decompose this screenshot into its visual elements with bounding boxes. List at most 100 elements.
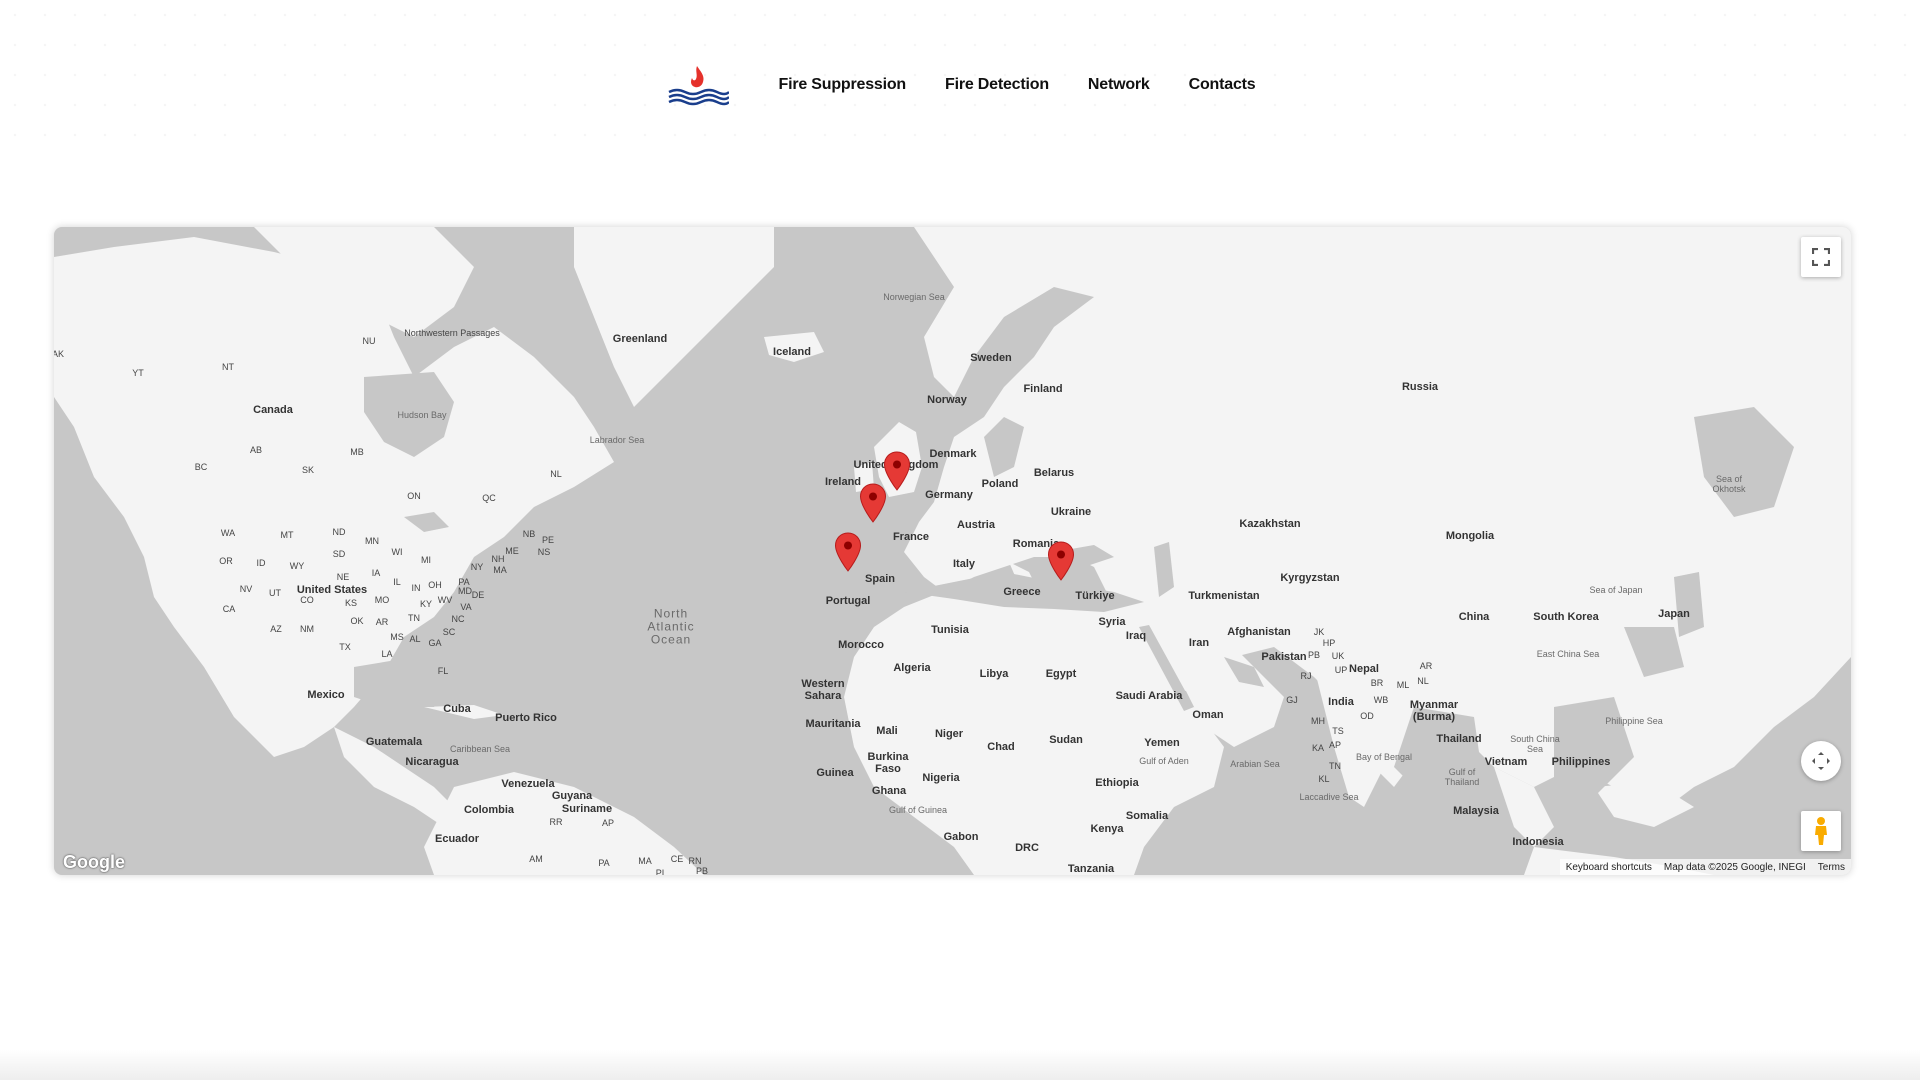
region-code: ID	[256, 558, 266, 568]
region-code: AK	[54, 349, 65, 359]
map-label: China	[1458, 611, 1490, 623]
map-label: Portugal	[825, 595, 871, 607]
nav-contacts[interactable]: Contacts	[1189, 76, 1256, 94]
map-data-text: Map data ©2025 Google, INEGI	[1663, 861, 1806, 873]
map-label: India	[1328, 696, 1354, 708]
main-nav: Fire Suppression Fire Detection Network …	[779, 76, 1256, 94]
map-label: Greenland	[612, 333, 668, 345]
map-label: Kyrgyzstan	[1280, 572, 1340, 584]
map-label: DRC	[1015, 842, 1039, 854]
region-code: MA	[638, 856, 652, 866]
region-code: AB	[249, 445, 263, 455]
region-code: WA	[220, 528, 236, 538]
location-marker[interactable]	[883, 451, 911, 491]
region-code: BC	[194, 462, 208, 472]
map-label: Austria	[957, 519, 995, 531]
map-label: Venezuela	[501, 778, 555, 790]
map-label: Guatemala	[365, 736, 423, 748]
google-logo[interactable]: Google	[63, 852, 125, 873]
region-code: WV	[437, 595, 453, 605]
region-code: GJ	[1286, 695, 1298, 705]
region-code: NH	[491, 554, 505, 564]
map-label: Ukraine	[1050, 506, 1092, 518]
region-code: TX	[339, 642, 351, 652]
region-code: NT	[222, 362, 234, 372]
map-label: Arabian Sea	[1230, 759, 1280, 769]
map-label: France	[892, 531, 930, 543]
pegman-icon	[1815, 817, 1827, 845]
region-code: CE	[670, 854, 684, 864]
camera-control-icon	[1812, 752, 1830, 770]
map-label: Caribbean Sea	[449, 744, 511, 754]
flame-waves-logo[interactable]	[665, 62, 729, 108]
region-code: QC	[482, 493, 496, 503]
location-marker[interactable]	[1047, 541, 1075, 581]
map-label: Iceland	[773, 346, 811, 358]
map-label: Denmark	[929, 448, 977, 460]
map-label: Spain	[865, 573, 895, 585]
map-label: Philippines	[1551, 756, 1611, 768]
map-label: Tunisia	[931, 624, 969, 636]
map-label: South China Sea	[1510, 734, 1560, 754]
nav-network[interactable]: Network	[1088, 76, 1150, 94]
camera-control-button[interactable]	[1801, 741, 1841, 781]
map-label: Ghana	[871, 785, 907, 797]
map-label: Iraq	[1125, 630, 1147, 642]
region-code: IN	[411, 583, 421, 593]
keyboard-shortcuts-link[interactable]: Keyboard shortcuts	[1566, 862, 1652, 873]
map-label: Russia	[1401, 381, 1439, 393]
nav-fire-suppression[interactable]: Fire Suppression	[779, 76, 907, 94]
terms-link[interactable]: Terms	[1818, 862, 1845, 873]
map-label: Syria	[1098, 616, 1126, 628]
map-label: Somalia	[1125, 810, 1169, 822]
region-code: RJ	[1300, 671, 1312, 681]
region-code: RN	[688, 856, 702, 866]
region-code: AM	[529, 854, 543, 864]
map-label: Suriname	[561, 803, 613, 815]
region-code: DE	[471, 590, 485, 600]
region-code: PE	[541, 535, 555, 545]
google-map[interactable]: Greenland Iceland Norwegian Sea Labrador…	[54, 227, 1851, 875]
map-label: Nicaragua	[405, 756, 459, 768]
map-label: Mongolia	[1445, 530, 1495, 542]
map-label: Sweden	[970, 352, 1012, 364]
map-label: Nepal	[1349, 663, 1379, 675]
map-label: Sea of Okhotsk	[1712, 474, 1746, 494]
map-label: Morocco	[838, 639, 884, 651]
map-attribution: Keyboard shortcuts Map data ©2025 Google…	[1559, 859, 1851, 875]
location-marker[interactable]	[859, 483, 887, 523]
region-code: UK	[1331, 651, 1345, 661]
map-label: Bay of Bengal	[1355, 752, 1413, 762]
nav-fire-detection[interactable]: Fire Detection	[945, 76, 1049, 94]
region-code: AZ	[270, 624, 282, 634]
map-label: Germany	[925, 489, 973, 501]
map-label: Colombia	[463, 804, 515, 816]
region-code: ON	[407, 491, 421, 501]
map-label: Labrador Sea	[589, 435, 645, 445]
region-code: NE	[336, 572, 350, 582]
region-code: CA	[222, 604, 236, 614]
region-code: NB	[522, 529, 536, 539]
region-code: MD	[458, 586, 472, 596]
map-label: Hudson Bay	[397, 410, 447, 420]
region-code: IL	[393, 577, 401, 587]
street-view-button[interactable]	[1801, 811, 1841, 851]
region-code: FL	[437, 666, 449, 676]
map-label: Turkmenistan	[1188, 590, 1260, 602]
map-label: Mauritania	[805, 718, 861, 730]
map-label: Guyana	[551, 790, 593, 802]
region-code: OD	[1360, 711, 1374, 721]
map-label: Kazakhstan	[1239, 518, 1301, 530]
region-code: TN	[1329, 761, 1341, 771]
region-code: SC	[442, 627, 456, 637]
map-label: Laccadive Sea	[1299, 792, 1359, 802]
region-code: AR	[375, 617, 389, 627]
map-label: Japan	[1658, 608, 1690, 620]
location-marker[interactable]	[834, 532, 862, 572]
region-code: NU	[362, 336, 376, 346]
map-label: Mexico	[307, 689, 345, 701]
region-code: HP	[1322, 638, 1336, 648]
map-label: Belarus	[1033, 467, 1075, 479]
region-code: GA	[428, 638, 442, 648]
fullscreen-button[interactable]	[1801, 237, 1841, 277]
